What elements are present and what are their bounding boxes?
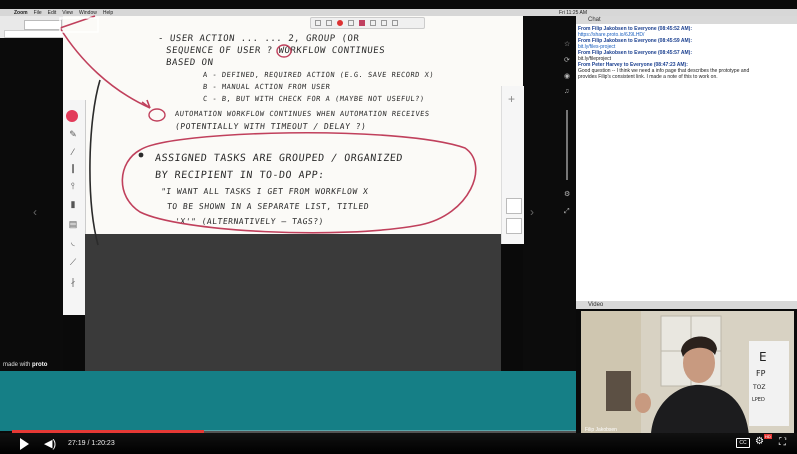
pen-icon[interactable]: ✎ xyxy=(66,128,80,140)
hd-badge: HD xyxy=(764,434,772,439)
note-line: C - B, BUT WITH CHECK FOR A (MAYBE NOT U… xyxy=(202,95,425,103)
fine-pen-icon[interactable]: ∤ xyxy=(66,276,80,288)
menu-view[interactable]: View xyxy=(62,10,73,16)
menu-window[interactable]: Window xyxy=(79,10,97,16)
made-with-prefix: made with xyxy=(3,362,31,368)
presenter-hand xyxy=(635,393,651,413)
mic-icon[interactable]: ♫ xyxy=(564,88,569,95)
address-bar[interactable] xyxy=(4,30,64,38)
expand-icon[interactable]: ⤢ xyxy=(564,208,570,216)
menu-bar: Zoom File Edit View Window Help Fri 11:2… xyxy=(0,9,797,16)
note-line: TO BE SHOWN IN A SEPARATE LIST, TITLED xyxy=(166,202,370,211)
notes-page-panel: + xyxy=(501,86,524,244)
captions-button[interactable]: CC xyxy=(736,438,750,448)
menu-file[interactable]: File xyxy=(34,10,42,16)
text-tool-icon[interactable] xyxy=(348,20,354,26)
chat-message: From Filip Jakobsen to Everyone (08:45:5… xyxy=(578,26,795,38)
prev-arrow-icon[interactable]: ‹ xyxy=(33,205,37,219)
browser-chrome xyxy=(0,16,64,38)
fullscreen-icon[interactable]: ⛶ xyxy=(779,437,786,448)
undo-icon[interactable] xyxy=(381,20,387,26)
svg-text:E: E xyxy=(759,350,767,364)
lasso-icon[interactable]: ◟ xyxy=(66,236,80,248)
presenter-scene: E FP TOZ LPED xyxy=(581,311,794,435)
menu-app-name[interactable]: Zoom xyxy=(14,10,28,16)
brush-icon[interactable]: ⫯ xyxy=(66,180,80,192)
ruler-icon[interactable]: ▤ xyxy=(66,218,80,230)
time-display: 27:19 / 1:20:23 xyxy=(68,440,115,447)
presenter-video: E FP TOZ LPED xyxy=(581,311,794,435)
chat-messages: From Filip Jakobsen to Everyone (08:45:5… xyxy=(578,26,795,80)
svg-text:TOZ: TOZ xyxy=(752,384,766,391)
shape-tool-icon[interactable] xyxy=(326,20,332,26)
chat-text: provides Filip's consistent link. I made… xyxy=(578,74,718,80)
chat-panel: Chat From Filip Jakobsen to Everyone (08… xyxy=(576,16,797,301)
page-thumbnail[interactable] xyxy=(506,218,522,234)
video-stage xyxy=(85,234,501,371)
plant xyxy=(606,371,631,411)
left-letterbox xyxy=(0,16,63,371)
zoom-toolbar: ☆ ⟳ ◉ ♫ ⚙ ⤢ xyxy=(564,40,572,240)
pen-tools-sidebar: ✎ ⁄ ❙ ⫯ ▮ ▤ ◟ ⟋ ∤ xyxy=(63,100,86,315)
volume-slider[interactable] xyxy=(566,110,568,180)
eraser-icon[interactable] xyxy=(370,20,376,26)
chat-message: From Filip Jakobsen to Everyone (08:45:5… xyxy=(578,38,795,50)
add-page-icon[interactable]: + xyxy=(508,92,515,106)
chat-message: From Filip Jakobsen to Everyone (08:45:5… xyxy=(578,50,795,62)
svg-text:FP: FP xyxy=(756,369,766,378)
loop-icon[interactable]: ⟳ xyxy=(564,56,570,64)
more-icon[interactable] xyxy=(392,20,398,26)
player-settings-icon[interactable]: ⚙ xyxy=(755,436,764,447)
note-line: "I WANT ALL TASKS I GET FROM WORKFLOW X xyxy=(160,187,369,196)
note-line: (POTENTIALLY WITH TIMEOUT / DELAY ?) xyxy=(174,122,367,131)
volume-icon[interactable]: ◀) xyxy=(44,437,56,450)
note-line: ASSIGNED TASKS ARE GROUPED / ORGANIZED xyxy=(154,153,404,164)
teal-band xyxy=(0,371,576,431)
play-icon[interactable] xyxy=(20,438,29,450)
page-thumbnail[interactable] xyxy=(506,198,522,214)
color-swatch-red[interactable] xyxy=(66,110,78,122)
note-line: - USER ACTION ... ... 2, GROUP (OR xyxy=(157,34,360,44)
menu-help[interactable]: Help xyxy=(103,10,113,16)
note-line: 'X'" (ALTERNATIVELY — TAGS?) xyxy=(174,217,325,226)
record-icon[interactable] xyxy=(337,20,343,26)
menu-edit[interactable]: Edit xyxy=(48,10,57,16)
video-header: Video xyxy=(576,301,797,309)
chat-header: Chat xyxy=(576,16,797,24)
note-line: BASED ON xyxy=(165,58,214,68)
note-line: A - DEFINED, REQUIRED ACTION (E.G. SAVE … xyxy=(202,71,435,79)
browser-tab[interactable] xyxy=(24,20,62,30)
note-line: SEQUENCE OF USER ? WORKFLOW CONTINUES xyxy=(165,46,386,56)
note-line: BY RECIPIENT IN TO-DO APP: xyxy=(154,170,326,181)
player-controls xyxy=(0,433,797,454)
eraser-tool-icon[interactable]: ▮ xyxy=(66,198,80,210)
select-tool-icon[interactable] xyxy=(315,20,321,26)
note-line: B - MANUAL ACTION FROM USER xyxy=(202,83,331,91)
made-with-brand: proto xyxy=(32,362,48,368)
notes-toolbar xyxy=(310,17,425,29)
star-icon[interactable]: ☆ xyxy=(564,40,570,48)
highlighter-icon[interactable]: ⁄ xyxy=(66,146,80,158)
note-line: AUTOMATION WORKFLOW CONTINUES WHEN AUTOM… xyxy=(174,110,430,118)
settings-gear-icon[interactable]: ⚙ xyxy=(564,190,570,198)
next-arrow-icon[interactable]: › xyxy=(530,205,534,219)
pencil-icon[interactable]: ⟋ xyxy=(66,256,80,268)
notes-canvas[interactable]: - USER ACTION ... ... 2, GROUP (OR SEQUE… xyxy=(63,16,523,234)
chat-message: From Peter Harvey to Everyone (08:47:23 … xyxy=(578,62,795,80)
svg-text:LPED: LPED xyxy=(752,397,765,403)
menu-clock: Fri 11:25 AM xyxy=(559,9,587,16)
marker-icon[interactable]: ❙ xyxy=(66,162,80,174)
made-with-badge: made with proto xyxy=(3,362,47,368)
record-toggle-icon[interactable]: ◉ xyxy=(564,72,570,80)
pen-tool-icon[interactable] xyxy=(359,20,365,26)
